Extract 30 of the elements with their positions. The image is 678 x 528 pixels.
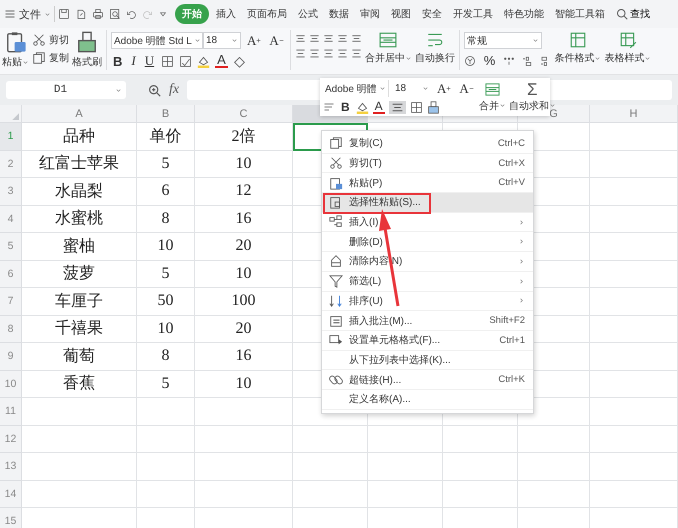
table-cell: 品种 xyxy=(22,123,137,150)
table-cell: 8 xyxy=(137,343,195,370)
table-cell: 千禧果 xyxy=(22,316,137,343)
table-cell: 葡萄 xyxy=(22,343,137,370)
table-cell: 水晶梨 xyxy=(22,178,137,206)
table-cell: 红富士苹果 xyxy=(22,150,137,178)
table-cell: 8 xyxy=(137,206,195,233)
table-cell: 2倍 xyxy=(195,123,293,150)
table-cell: 香蕉 xyxy=(22,370,137,398)
table-cell: 10 xyxy=(195,260,293,288)
table-cell: 蜜柚 xyxy=(22,233,137,260)
table-cell: 10 xyxy=(137,316,195,343)
table-cell: 20 xyxy=(195,316,293,343)
table-cell: 10 xyxy=(137,233,195,260)
table-cell: 10 xyxy=(195,370,293,398)
table-cell: 50 xyxy=(137,288,195,316)
table-cell: 5 xyxy=(137,370,195,398)
table-cell: 水蜜桃 xyxy=(22,206,137,233)
table-cell: 20 xyxy=(195,233,293,260)
table-cell: 16 xyxy=(195,343,293,370)
table-cell: 10 xyxy=(195,150,293,178)
table-cell: 菠萝 xyxy=(22,260,137,288)
table-cell: 5 xyxy=(137,150,195,178)
table-cell: 6 xyxy=(137,178,195,206)
table-cell: 12 xyxy=(195,178,293,206)
table-cell: 16 xyxy=(195,206,293,233)
table-cell: 5 xyxy=(137,260,195,288)
table-cell: 单价 xyxy=(137,123,195,150)
table-cell: 车厘子 xyxy=(22,288,137,316)
table-cell: 100 xyxy=(195,288,293,316)
